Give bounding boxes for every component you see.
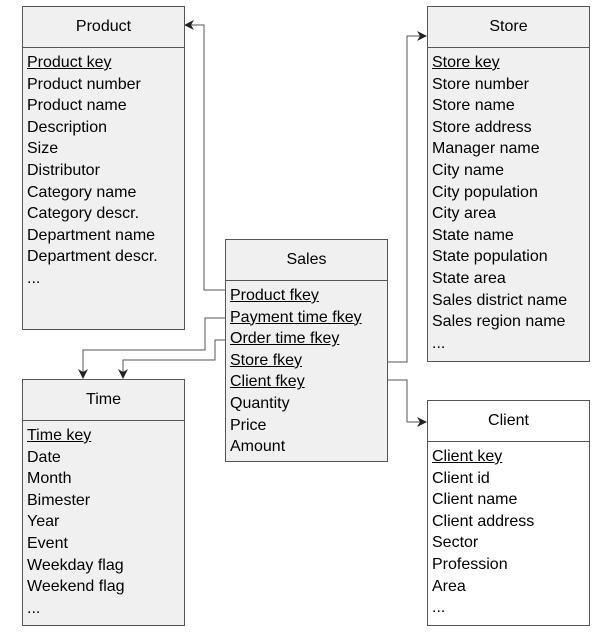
attribute: Weekend flag — [27, 578, 125, 596]
attribute: Store name — [432, 97, 515, 115]
attribute: Department name — [27, 226, 156, 244]
entity-time: Time Time key Date Month Bimester Year Event We… — [22, 379, 185, 626]
attribute: Client address — [432, 512, 535, 530]
attribute: Month — [27, 470, 72, 488]
attribute: ... — [432, 599, 446, 617]
attribute-list: Product fkey Payment time fkey Order time … — [226, 281, 387, 458]
attribute: Manager name — [432, 140, 540, 158]
key-attribute: Time key — [27, 427, 92, 444]
attribute: Category descr. — [27, 205, 140, 223]
attribute: Year — [27, 513, 60, 531]
attribute: Profession — [432, 555, 508, 573]
attribute: Store address — [432, 118, 532, 136]
attribute: State name — [432, 226, 514, 244]
connector-product — [184, 20, 225, 291]
star-schema-diagram: Product Product key Product number Product … — [0, 0, 604, 634]
key-attribute: Store key — [432, 54, 500, 71]
attribute: ... — [27, 269, 41, 287]
attribute: City name — [432, 161, 505, 179]
attribute: Weekday flag — [27, 556, 124, 574]
key-attribute: Client key — [432, 448, 503, 465]
attribute: Size — [27, 140, 59, 158]
attribute: Product name — [27, 97, 127, 115]
attribute-list: Client key Client id Client name Client add… — [428, 442, 589, 619]
attribute: Area — [432, 577, 466, 595]
attribute: Date — [27, 448, 61, 466]
attribute: Amount — [230, 438, 286, 456]
entity-title: Time — [23, 380, 184, 421]
entity-store: Store Store key Store number Store name Stor… — [427, 6, 590, 362]
entity-client: Client Client key Client id Client name Clie… — [427, 400, 590, 626]
attribute: Price — [230, 416, 267, 434]
attribute: Product number — [27, 75, 141, 93]
key-attribute: Client fkey — [230, 373, 305, 391]
entity-sales: Sales Product fkey Payment time fkey Order … — [225, 239, 388, 462]
entity-title: Client — [428, 401, 589, 442]
attribute: Sales district name — [432, 291, 568, 309]
attribute: Department descr. — [27, 248, 158, 266]
connector-order-time — [118, 339, 225, 379]
attribute: Description — [27, 118, 108, 136]
attribute: State population — [432, 248, 548, 266]
attribute: ... — [27, 599, 41, 617]
attribute: ... — [432, 334, 446, 352]
attribute-list: Store key Store number Store name Store add… — [428, 48, 589, 354]
key-attribute: Product key — [27, 54, 112, 71]
entity-title: Store — [428, 7, 589, 48]
attribute: Store number — [432, 75, 529, 93]
key-attribute: Payment time fkey — [230, 308, 362, 326]
entity-product: Product Product key Product number Product … — [22, 6, 185, 330]
attribute: Sales region name — [432, 313, 566, 331]
attribute: City area — [432, 205, 497, 223]
attribute-list: Time key Date Month Bimester Year Event Weekda… — [23, 421, 184, 619]
attribute: Client id — [432, 469, 490, 487]
entity-title: Sales — [226, 240, 387, 281]
attribute: Sector — [432, 534, 479, 552]
attribute: Category name — [27, 183, 137, 201]
attribute: Bimester — [27, 491, 91, 509]
attribute: City population — [432, 183, 538, 201]
attribute: Distributor — [27, 161, 100, 179]
attribute: Quantity — [230, 394, 290, 412]
attribute: Event — [27, 534, 68, 552]
key-attribute: Store fkey — [230, 351, 303, 369]
key-attribute: Product fkey — [230, 287, 319, 304]
attribute-list: Product key Product number Product name Des… — [23, 48, 184, 290]
attribute: Client name — [432, 491, 518, 509]
entity-title: Product — [23, 7, 184, 48]
key-attribute: Order time fkey — [230, 330, 340, 348]
attribute: State area — [432, 269, 506, 287]
